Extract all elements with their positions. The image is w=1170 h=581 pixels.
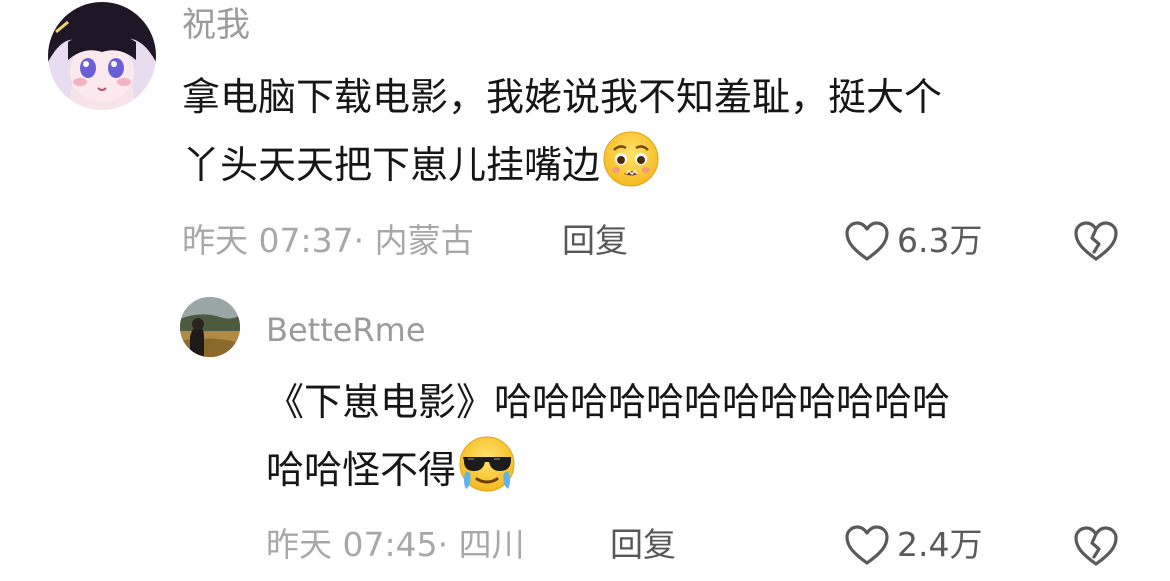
pleading-face-icon xyxy=(603,131,659,187)
reply-button[interactable]: 回复 xyxy=(562,218,628,264)
comment-text-fragment: 哈哈怪不得 xyxy=(266,448,457,492)
comment-text: 拿电脑下载电影，我姥说我不知羞耻，挺大个 丫头天天把下崽儿挂嘴边 xyxy=(182,64,942,198)
comment-text: 《下崽电影》哈哈哈哈哈哈哈哈哈哈哈哈 哈哈怪不得 xyxy=(266,369,950,503)
comment-item: 祝我 拿电脑下载电影，我姥说我不知羞耻，挺大个 丫头天天把下崽儿挂嘴边 昨天 0… xyxy=(0,0,1170,285)
like-button[interactable]: 6.3万 xyxy=(843,218,982,264)
avatar[interactable] xyxy=(48,2,156,110)
username[interactable]: 祝我 xyxy=(182,2,250,48)
heart-icon xyxy=(845,221,889,261)
comment-text-fragment: 丫头天天把下崽儿挂嘴边 xyxy=(182,143,601,187)
comment-text-line: 拿电脑下载电影，我姥说我不知羞耻，挺大个 xyxy=(182,75,943,119)
heart-icon xyxy=(845,525,889,565)
comment-text-line: 哈哈怪不得 xyxy=(266,435,950,503)
avatar[interactable] xyxy=(180,297,240,357)
comment-time-location: 昨天 07:37· 内蒙古 xyxy=(182,221,474,260)
comment-time-location: 昨天 07:45· 四川 xyxy=(266,525,525,564)
broken-heart-icon[interactable] xyxy=(1072,523,1120,569)
comment-text-line: 丫头天天把下崽儿挂嘴边 xyxy=(182,130,942,198)
like-count: 2.4万 xyxy=(897,525,983,564)
reply-comment-item: BetteRme 《下崽电影》哈哈哈哈哈哈哈哈哈哈哈哈 哈哈怪不得 昨天 07:… xyxy=(0,285,1170,581)
like-button[interactable]: 2.4万 xyxy=(843,522,982,568)
username[interactable]: BetteRme xyxy=(266,309,426,351)
broken-heart-icon[interactable] xyxy=(1072,218,1120,264)
sunglasses-tears-icon xyxy=(459,436,515,492)
comment-text-line: 《下崽电影》哈哈哈哈哈哈哈哈哈哈哈哈 xyxy=(266,380,951,424)
reply-button[interactable]: 回复 xyxy=(610,522,676,568)
like-count: 6.3万 xyxy=(897,221,983,260)
